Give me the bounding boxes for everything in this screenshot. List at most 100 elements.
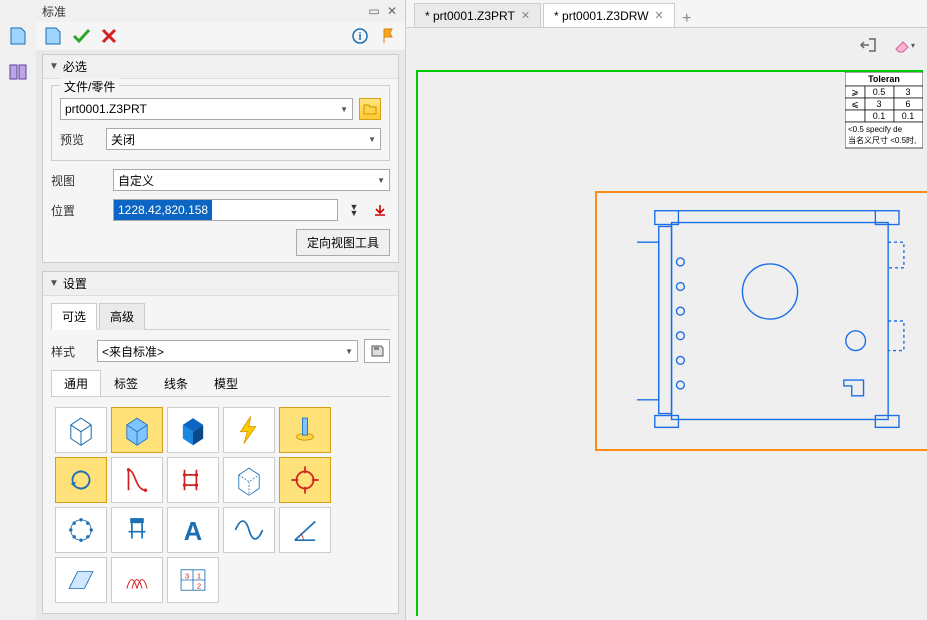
chevron-down-icon: ▼ [49,61,59,72]
subtab-lines[interactable]: 线条 [151,370,201,396]
svg-text:0.5: 0.5 [873,87,886,97]
dims-icon[interactable] [167,457,219,503]
doc-tab-0-label: * prt0001.Z3PRT [425,9,515,23]
orient-view-button[interactable]: 定向视图工具 [296,229,390,256]
group-file-title: 文件/零件 [60,78,119,95]
svg-text:<0.5 specify de: <0.5 specify de [848,125,903,134]
tolerance-header: Toleran [868,74,900,84]
hv-chart-icon[interactable] [111,457,163,503]
svg-text:3: 3 [905,87,910,97]
style-value: <来自标准> [102,343,164,360]
svg-text:0.1: 0.1 [902,111,915,121]
hatch-icon[interactable] [111,557,163,603]
document-tabs: * prt0001.Z3PRT ✕ * prt0001.Z3DRW ✕ + [406,0,927,28]
box-dotted-icon[interactable] [223,457,275,503]
dropdown-icon: ▼ [345,347,353,356]
style-combo[interactable]: <来自标准> ▼ [97,340,358,362]
svg-text:1: 1 [197,571,201,580]
drawing-view[interactable] [595,191,927,451]
drawing-canvas[interactable]: Toleran ⩾ 0.5 3 ⩽ 3 6 0.1 0.1 <0.5 speci… [410,66,923,616]
section-required: ▼ 必选 文件/零件 prt0001.Z3PRT ▼ 预览 [42,54,399,263]
close-icon[interactable]: ✕ [655,9,664,22]
dropdown-icon: ▼ [377,176,385,185]
properties-panel: 标准 ▭ ✕ i ▼ [36,0,406,620]
dropdown-icon: ▼ [368,135,376,144]
doc-tab-1-label: * prt0001.Z3DRW [554,9,648,23]
position-value: 1228.42,820.158 [114,200,212,220]
solid-fill-icon[interactable] [167,407,219,453]
svg-text:2: 2 [197,582,201,591]
position-input[interactable]: 1228.42,820.158 [113,199,338,221]
open-folder-button[interactable] [359,98,381,120]
position-label: 位置 [51,202,107,219]
solid-cube-icon[interactable] [111,407,163,453]
panel-close-icon[interactable]: ✕ [385,4,399,18]
ok-icon[interactable] [68,24,94,48]
book-icon[interactable] [5,60,31,84]
section-required-title: 必选 [63,58,87,75]
svg-text:i: i [358,31,361,43]
group-file: 文件/零件 prt0001.Z3PRT ▼ 预览 关闭 ▼ [51,85,390,161]
caliper-icon[interactable] [111,507,163,553]
table-31-icon[interactable]: 31 2 [167,557,219,603]
info-icon[interactable]: i [347,24,373,48]
section-settings-title: 设置 [63,275,87,292]
preview-combo[interactable]: 关闭 ▼ [106,128,381,150]
letter-a-icon[interactable]: A [167,507,219,553]
chevron-stack-icon[interactable]: ▼▼ [344,200,364,220]
title-block: Toleran ⩾ 0.5 3 ⩽ 3 6 0.1 0.1 <0.5 speci… [845,72,923,165]
svg-text:当名义尺寸 <0.5时,: 当名义尺寸 <0.5时, [848,135,916,145]
doc-tab-0[interactable]: * prt0001.Z3PRT ✕ [414,3,541,27]
preview-value: 关闭 [111,131,135,148]
eraser-icon[interactable]: ▾ [891,33,917,57]
svg-text:0.1: 0.1 [873,111,886,121]
ring-dots-icon[interactable] [55,507,107,553]
svg-text:3: 3 [185,571,189,580]
cancel-icon[interactable] [96,24,122,48]
panel-maximize-icon[interactable]: ▭ [367,4,381,18]
svg-text:6: 6 [905,99,910,109]
rotate-arrows-icon[interactable] [55,457,107,503]
view-combo[interactable]: 自定义 ▼ [113,169,390,191]
target-icon[interactable] [279,457,331,503]
wire-cube-icon[interactable] [55,407,107,453]
sine-icon[interactable] [223,507,275,553]
subtab-general[interactable]: 通用 [51,370,101,396]
canvas-area: * prt0001.Z3PRT ✕ * prt0001.Z3DRW ✕ + ▾ … [406,0,927,620]
flag-icon[interactable] [375,24,401,48]
preview-label: 预览 [60,131,100,148]
tab-optional[interactable]: 可选 [51,303,97,330]
close-icon[interactable]: ✕ [521,9,530,22]
panel-header: 标准 ▭ ✕ [36,0,405,22]
svg-text:⩾: ⩾ [851,87,859,97]
view-label: 视图 [51,172,107,189]
dropdown-icon: ▼ [340,105,348,114]
view-value: 自定义 [118,172,154,189]
section-required-header[interactable]: ▼ 必选 [43,55,398,79]
file-combo-value: prt0001.Z3PRT [65,102,147,116]
panel-toolbar: i [36,22,405,50]
axis-puck-icon[interactable] [279,407,331,453]
perspective-plane-icon[interactable] [55,557,107,603]
page-icon[interactable] [5,24,31,48]
canvas-toolbar: ▾ [406,28,927,62]
add-tab-button[interactable]: + [677,11,697,27]
svg-text:A: A [184,518,202,546]
file-combo[interactable]: prt0001.Z3PRT ▼ [60,98,353,120]
tab-advanced[interactable]: 高级 [99,303,145,330]
svg-text:3: 3 [876,99,881,109]
section-settings: ▼ 设置 可选 高级 样式 <来自标准> ▼ 通用 标签 线条 [42,271,399,614]
chevron-down-icon: ▼ [49,278,59,289]
doc-tab-1[interactable]: * prt0001.Z3DRW ✕ [543,3,675,27]
angle-icon[interactable] [279,507,331,553]
lightning-icon[interactable] [223,407,275,453]
doc-icon[interactable] [40,24,66,48]
subtab-model[interactable]: 模型 [201,370,251,396]
section-settings-header[interactable]: ▼ 设置 [43,272,398,296]
settings-tabs: 可选 高级 [51,302,390,330]
left-icon-rail [0,0,36,620]
download-red-icon[interactable] [370,200,390,220]
save-icon[interactable] [364,339,390,363]
subtab-label[interactable]: 标签 [101,370,151,396]
exit-arrow-icon[interactable] [855,33,881,57]
